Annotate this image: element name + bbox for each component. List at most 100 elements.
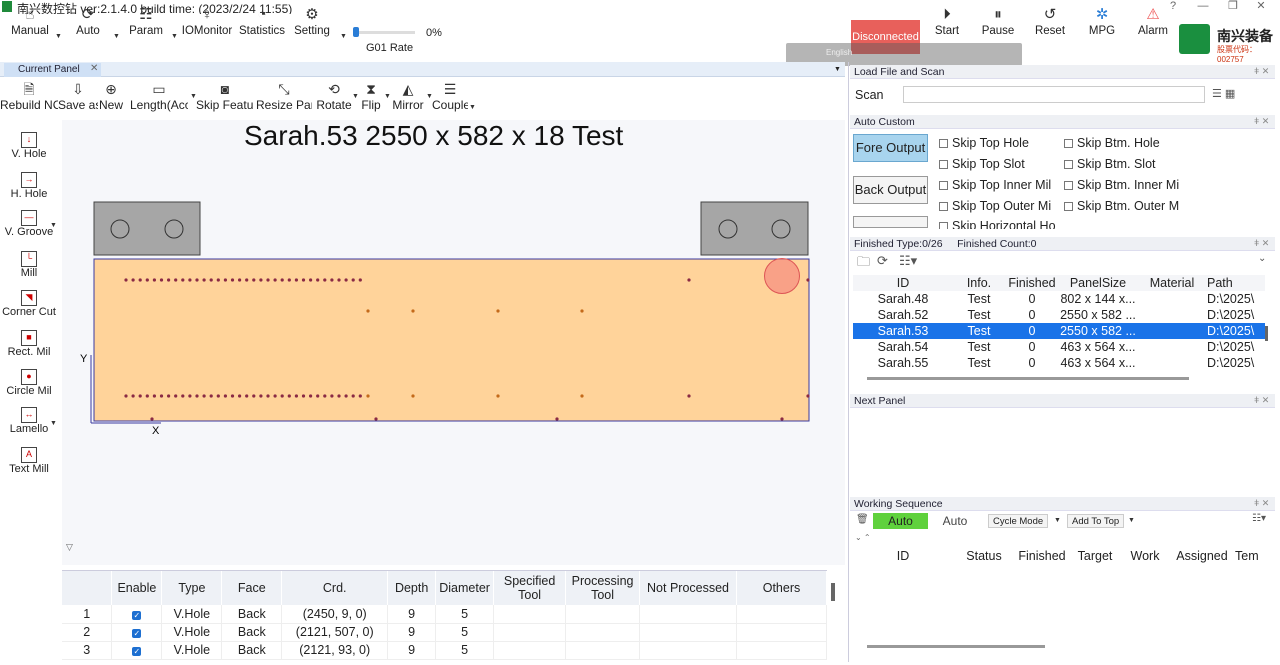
manual-button[interactable]: ☝ Manual <box>8 6 52 50</box>
skip-top-slot-checkbox[interactable]: Skip Top Slot <box>939 157 1063 171</box>
col-finished[interactable]: Finished <box>1015 548 1069 564</box>
col-type[interactable]: Type <box>161 571 223 605</box>
col-processing-tool[interactable]: Processing Tool <box>565 571 641 605</box>
col-info[interactable]: Info. <box>953 275 1005 291</box>
table-row-selected[interactable]: Sarah.53 Test 0 2550 x 582 ... D:\2025\ <box>853 323 1265 339</box>
minimize-button[interactable]: — <box>1188 0 1218 14</box>
skip-btm-outer-mill-checkbox[interactable]: Skip Btm. Outer M <box>1064 199 1188 213</box>
refresh-icon[interactable]: ⟳ <box>877 253 888 269</box>
h-hole-tool[interactable]: → H. Hole <box>0 172 58 212</box>
mpg-button[interactable]: ✲ MPG <box>1084 6 1120 50</box>
table-row[interactable]: 2 ✓ V.Hole Back (2121, 507, 0) 9 5 <box>62 623 828 642</box>
table-row[interactable]: Sarah.52 Test 0 2550 x 582 ... D:\2025\ <box>853 307 1265 323</box>
col-work[interactable]: Work <box>1121 548 1169 564</box>
tab-auto[interactable]: Auto <box>936 513 974 529</box>
splitter[interactable] <box>848 62 849 662</box>
skip-top-outer-mill-checkbox[interactable]: Skip Top Outer Mi <box>939 199 1063 213</box>
add-to-top-button[interactable]: Add To Top <box>1067 514 1125 528</box>
close-button[interactable]: ✕ <box>1246 0 1276 14</box>
tab-menu-icon[interactable]: ▼ <box>834 66 841 73</box>
open-folder-icon[interactable]: 🗀 <box>857 253 870 275</box>
col-depth[interactable]: Depth <box>387 571 437 605</box>
couple-button[interactable]: ☰ Couple <box>432 80 468 118</box>
tab-close-icon[interactable]: ✕ <box>90 63 98 74</box>
corner-cut-tool[interactable]: ◥ Corner Cut <box>0 290 58 330</box>
skip-top-hole-checkbox[interactable]: Skip Top Hole <box>939 136 1063 150</box>
add-to-top-dropdown-icon[interactable]: ▼ <box>1128 517 1135 524</box>
table-row[interactable]: 3 ✓ V.Hole Back (2121, 93, 0) 9 5 <box>62 641 828 660</box>
rotate-button[interactable]: ⟲ Rotate <box>316 80 352 118</box>
more-output-button[interactable] <box>853 216 928 228</box>
col-diameter[interactable]: Diameter <box>435 571 495 605</box>
pin-icon[interactable]: ǂ ✕ <box>1254 238 1269 249</box>
column-settings-icon[interactable]: ☷▾ <box>1252 513 1266 524</box>
expand-icon[interactable]: ⌄ <box>1258 253 1266 264</box>
statistics-button[interactable]: ◔ Statistics <box>238 6 286 50</box>
back-output-button[interactable]: Back Output <box>853 176 928 204</box>
couple-dropdown-icon[interactable]: ▼ <box>469 104 476 111</box>
length-button[interactable]: ▭ Length(Acc. <box>130 80 188 118</box>
setting-button[interactable]: ⚙ Setting <box>290 6 334 50</box>
col-status[interactable]: Status <box>953 548 1015 564</box>
enable-checkbox[interactable]: ✓ <box>132 629 142 638</box>
col-template[interactable]: Tem <box>1235 548 1273 564</box>
tab-auto-active[interactable]: Auto <box>873 513 928 529</box>
rate-slider-track[interactable] <box>353 31 415 34</box>
auto-dropdown-icon[interactable]: ▼ <box>113 33 120 40</box>
scan-input[interactable] <box>903 86 1205 103</box>
enable-checkbox[interactable]: ✓ <box>132 610 142 620</box>
mill-tool[interactable]: └ Mill <box>0 251 58 291</box>
table-row[interactable]: Sarah.55 Test 0 463 x 564 x... D:\2025\ <box>853 355 1265 371</box>
language-label[interactable]: English <box>826 48 852 57</box>
col-finished[interactable]: Finished <box>1005 275 1059 291</box>
v-groove-tool[interactable]: — V. Groove <box>0 210 58 250</box>
lamello-dropdown-icon[interactable]: ▼ <box>50 420 57 427</box>
col-target[interactable]: Target <box>1069 548 1121 564</box>
pin-icon[interactable]: ǂ ✕ <box>1254 66 1269 77</box>
maximize-button[interactable]: ❐ <box>1218 0 1248 14</box>
table-row[interactable]: Sarah.54 Test 0 463 x 564 x... D:\2025\ <box>853 339 1265 355</box>
col-specified-tool[interactable]: Specified Tool <box>493 571 567 605</box>
rebuild-nc-button[interactable]: 🗎 Rebuild NC <box>0 80 58 118</box>
pin-icon[interactable]: ǂ ✕ <box>1254 116 1269 127</box>
pin-icon[interactable]: ǂ ✕ <box>1254 498 1269 509</box>
skip-btm-inner-mill-checkbox[interactable]: Skip Btm. Inner Mi <box>1064 178 1188 192</box>
col-others[interactable]: Others <box>736 571 828 605</box>
col-material[interactable]: Material <box>1137 275 1207 291</box>
col-id[interactable]: ID <box>853 548 953 564</box>
pin-icon[interactable]: ǂ ✕ <box>1254 395 1269 406</box>
skip-top-inner-mill-checkbox[interactable]: Skip Top Inner Mil <box>939 178 1063 192</box>
finished-h-scrollbar[interactable] <box>867 377 1189 380</box>
table-row[interactable]: 1 ✓ V.Hole Back (2450, 9, 0) 9 5 <box>62 605 828 624</box>
alarm-button[interactable]: ⚠ Alarm <box>1134 6 1172 50</box>
workpiece-panel[interactable] <box>93 258 810 422</box>
param-dropdown-icon[interactable]: ▼ <box>171 33 178 40</box>
v-groove-dropdown-icon[interactable]: ▼ <box>50 222 57 229</box>
setting-dropdown-icon[interactable]: ▼ <box>340 33 347 40</box>
skip-feature-button[interactable]: ◙Skip Feature <box>196 80 254 118</box>
delete-icon[interactable]: 🗑 <box>856 514 869 525</box>
new-button[interactable]: ⊕ New <box>98 80 124 118</box>
v-hole-tool[interactable]: ↓ V. Hole <box>0 132 58 172</box>
col-face[interactable]: Face <box>221 571 283 605</box>
tab-current-panel[interactable]: Current Panel <box>4 63 101 77</box>
feature-table-scrollbar[interactable] <box>831 583 835 601</box>
col-panel-size[interactable]: PanelSize <box>1059 275 1137 291</box>
collapse-all-icon[interactable]: ⌄ ⌃ <box>855 533 871 542</box>
working-sequence-h-scrollbar[interactable] <box>867 645 1045 648</box>
cycle-mode-button[interactable]: Cycle Mode <box>988 514 1049 528</box>
skip-btm-hole-checkbox[interactable]: Skip Btm. Hole <box>1064 136 1188 150</box>
cycle-mode-dropdown-icon[interactable]: ▼ <box>1054 517 1061 524</box>
auto-button[interactable]: ⟳ Auto <box>70 6 106 50</box>
fore-output-button[interactable]: Fore Output <box>853 134 928 162</box>
col-assigned[interactable]: Assigned <box>1169 548 1235 564</box>
table-row[interactable]: Sarah.48 Test 0 802 x 144 x... D:\2025\ <box>853 291 1265 307</box>
rect-mill-tool[interactable]: ■ Rect. Mil <box>0 330 58 370</box>
mirror-button[interactable]: ◭ Mirror <box>390 80 426 118</box>
iomonitor-button[interactable]: ♀ IOMonitor <box>180 6 234 50</box>
enable-checkbox[interactable]: ✓ <box>132 647 142 656</box>
resize-panel-button[interactable]: ⤡Resize Panel <box>256 80 312 118</box>
col-id[interactable]: ID <box>853 275 953 291</box>
col-not-processed[interactable]: Not Processed <box>639 571 737 605</box>
skip-btm-slot-checkbox[interactable]: Skip Btm. Slot <box>1064 157 1188 171</box>
